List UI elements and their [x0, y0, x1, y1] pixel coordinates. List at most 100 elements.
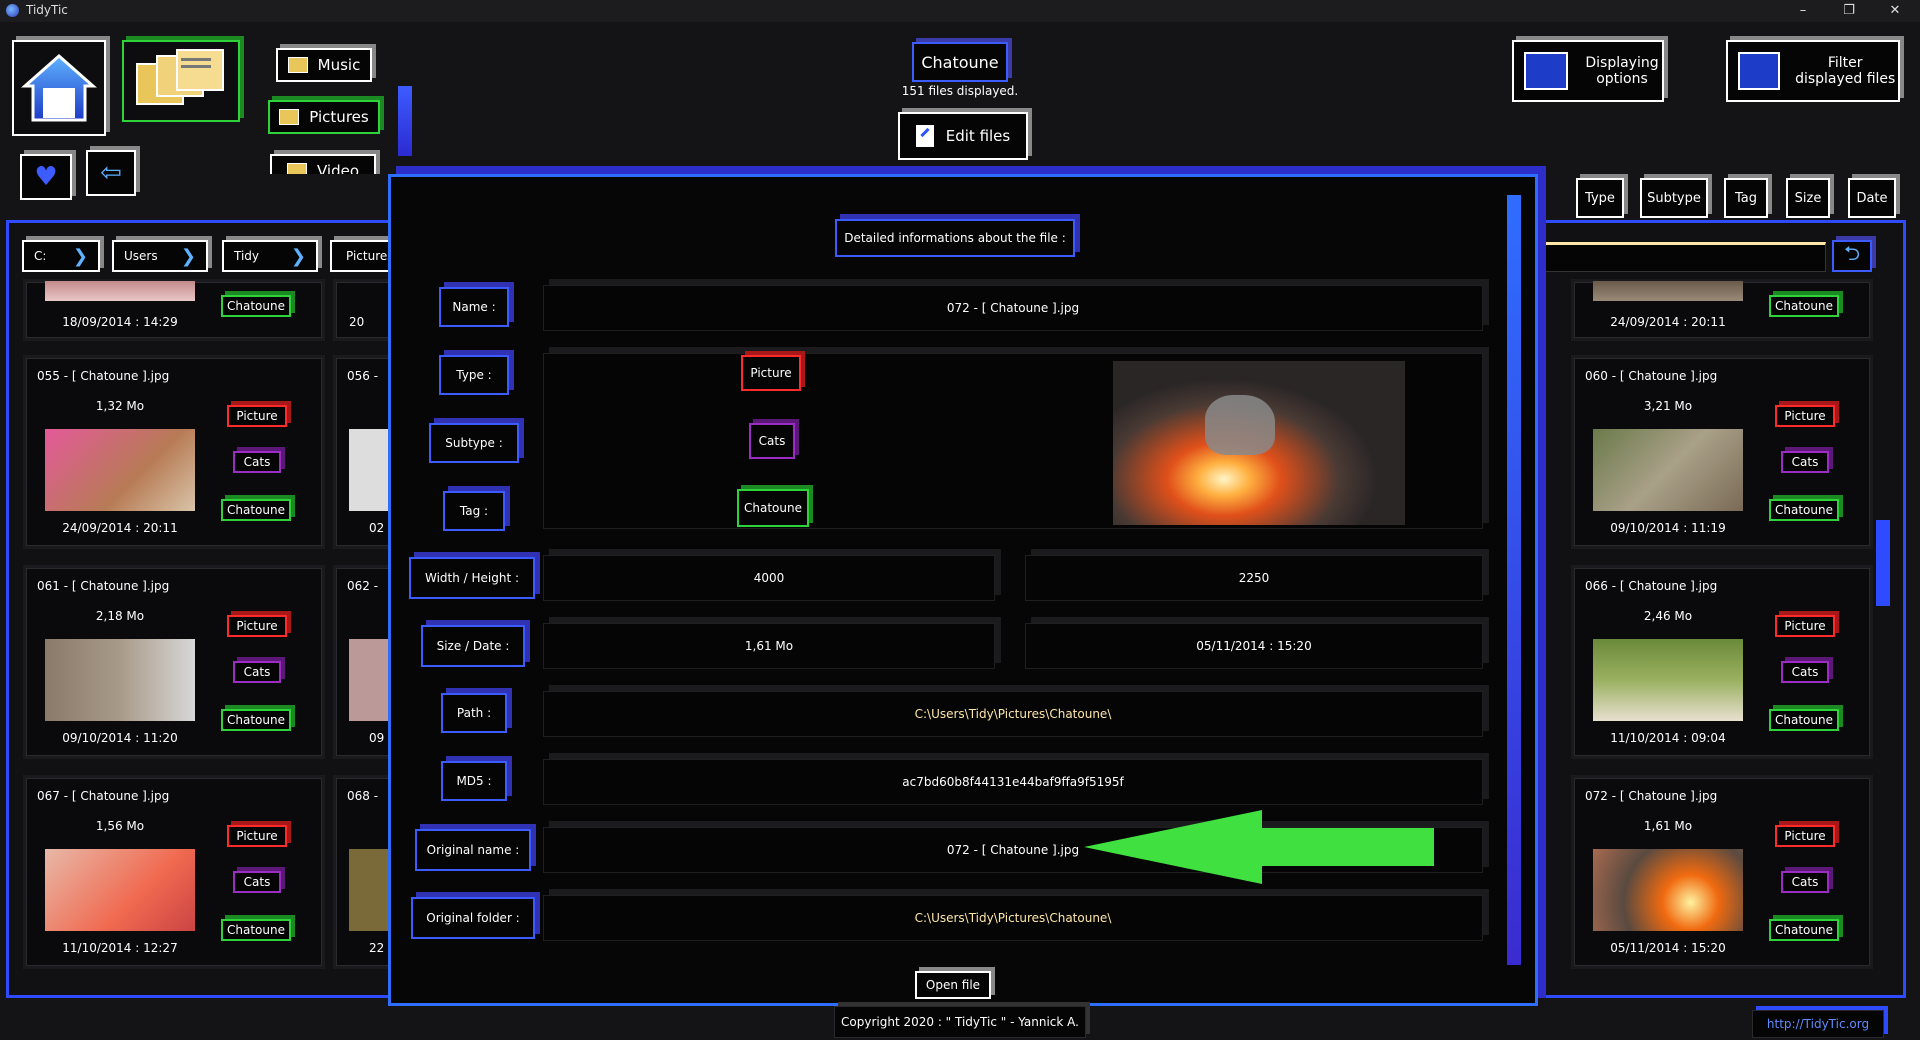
displaying-options-button[interactable]: Displaying options — [1512, 40, 1664, 102]
tag-badge[interactable]: Chatoune — [221, 919, 291, 941]
filter-files-label: Filter displayed files — [1795, 55, 1896, 87]
label-md5: MD5 : — [441, 761, 507, 801]
main-scrollbar[interactable] — [1876, 520, 1890, 606]
subtype-badge[interactable]: Cats — [1781, 871, 1829, 893]
subtype-badge[interactable]: Cats — [1781, 451, 1829, 473]
nav-pictures-button[interactable]: Pictures — [268, 100, 380, 134]
label-tag: Tag : — [443, 491, 505, 531]
value-date: 05/11/2014 : 15:20 — [1025, 623, 1483, 669]
file-name: 066 - [ Chatoune ].jpg — [1585, 579, 1718, 593]
file-preview-image — [1113, 361, 1405, 525]
breadcrumb-item[interactable]: Users ❯ — [112, 240, 208, 272]
label-original-name: Original name : — [415, 829, 531, 871]
type-badge[interactable]: Picture — [1775, 615, 1835, 637]
sort-type-button[interactable]: Type — [1576, 178, 1624, 218]
file-date: 05/11/2014 : 15:20 — [1610, 941, 1726, 955]
cat-shape — [1205, 395, 1275, 455]
thumbnail — [45, 429, 195, 511]
file-name: 062 - — [347, 579, 379, 593]
tag-badge[interactable]: Chatoune — [221, 709, 291, 731]
home-button[interactable] — [12, 40, 106, 136]
type-badge[interactable]: Picture — [1775, 825, 1835, 847]
edit-files-button[interactable]: Edit files — [898, 112, 1028, 160]
breadcrumb-item[interactable]: C: ❯ — [22, 240, 100, 272]
file-card[interactable]: 066 - [ Chatoune ].jpg 2,46 Mo 11/10/201… — [1574, 568, 1870, 756]
sort-date-button[interactable]: Date — [1848, 178, 1896, 218]
value-original-folder[interactable]: C:\Users\Tidy\Pictures\Chatoune\ — [543, 895, 1483, 941]
type-badge[interactable]: Picture — [227, 825, 287, 847]
website-link[interactable]: http://TidyTic.org — [1752, 1010, 1884, 1038]
details-scrollbar[interactable] — [1507, 195, 1521, 965]
type-badge[interactable]: Picture — [227, 615, 287, 637]
label-path: Path : — [441, 693, 507, 733]
home-icon — [21, 53, 97, 122]
value-height: 2250 — [1025, 555, 1483, 601]
file-card[interactable]: 055 - [ Chatoune ].jpg 1,32 Mo 24/09/201… — [26, 358, 322, 546]
file-size: 1,56 Mo — [95, 819, 145, 833]
type-badge[interactable]: Picture — [741, 355, 801, 391]
file-card[interactable]: 24/09/2014 : 20:11 Chatoune — [1574, 281, 1870, 338]
thumbnail — [45, 639, 195, 721]
subtype-badge[interactable]: Cats — [233, 451, 281, 473]
file-card[interactable]: 067 - [ Chatoune ].jpg 1,56 Mo 11/10/201… — [26, 778, 322, 966]
sort-tag-button[interactable]: Tag — [1724, 178, 1768, 218]
subtype-badge[interactable]: Cats — [233, 661, 281, 683]
tag-badge[interactable]: Chatoune — [221, 499, 291, 521]
tag-badge[interactable]: Chatoune — [1769, 919, 1839, 941]
displaying-options-label: Displaying options — [1585, 55, 1659, 87]
breadcrumb-item[interactable]: Tidy ❯ — [222, 240, 318, 272]
file-card[interactable]: 061 - [ Chatoune ].jpg 2,18 Mo 09/10/201… — [26, 568, 322, 756]
tag-badge[interactable]: Chatoune — [737, 489, 809, 527]
tag-badge[interactable]: Chatoune — [1769, 709, 1839, 731]
chevron-right-icon: ❯ — [180, 245, 196, 267]
filter-files-button[interactable]: Filter displayed files — [1726, 40, 1900, 102]
value-path[interactable]: C:\Users\Tidy\Pictures\Chatoune\ — [543, 691, 1483, 737]
thumbnail — [1593, 429, 1743, 511]
thumbnail — [349, 429, 389, 511]
file-name: 067 - [ Chatoune ].jpg — [37, 789, 170, 803]
heart-icon: ♥ — [34, 162, 58, 192]
file-card[interactable]: 072 - [ Chatoune ].jpg 1,61 Mo 05/11/201… — [1574, 778, 1870, 966]
nav-videos-button[interactable]: Video — [270, 154, 376, 174]
sort-subtype-button[interactable]: Subtype — [1640, 178, 1708, 218]
breadcrumb-label: Users — [124, 249, 158, 263]
folder-name-button[interactable]: Chatoune — [912, 42, 1008, 82]
subtype-badge[interactable]: Cats — [1781, 661, 1829, 683]
file-name: 056 - — [347, 369, 379, 383]
file-date: 09 — [369, 731, 385, 745]
tag-badge[interactable]: Chatoune — [1769, 499, 1839, 521]
subtype-badge[interactable]: Cats — [233, 871, 281, 893]
type-badge[interactable]: Picture — [1775, 405, 1835, 427]
open-file-button[interactable]: Open file — [915, 971, 991, 999]
file-card[interactable]: 060 - [ Chatoune ].jpg 3,21 Mo 09/10/201… — [1574, 358, 1870, 546]
tag-badge[interactable]: Chatoune — [1769, 295, 1839, 317]
type-badge[interactable]: Picture — [227, 405, 287, 427]
value-size: 1,61 Mo — [543, 623, 995, 669]
folder-icon — [286, 163, 307, 174]
nav-scrollbar[interactable] — [398, 86, 412, 156]
back-button[interactable]: ⇦ — [86, 150, 136, 196]
thumbnail — [45, 281, 195, 301]
file-date: 11/10/2014 : 09:04 — [1610, 731, 1726, 745]
folders-button[interactable] — [122, 40, 240, 122]
file-size: 3,21 Mo — [1643, 399, 1693, 413]
minimize-button[interactable]: – — [1780, 0, 1826, 22]
file-name: 072 - [ Chatoune ].jpg — [1585, 789, 1718, 803]
restore-button[interactable]: ❐ — [1826, 0, 1872, 22]
label-type: Type : — [439, 355, 509, 395]
close-button[interactable]: ✕ — [1872, 0, 1918, 22]
favorite-button[interactable]: ♥ — [20, 154, 72, 200]
window-title: TidyTic — [26, 3, 68, 17]
value-name: 072 - [ Chatoune ].jpg — [543, 285, 1483, 331]
nav-music-button[interactable]: Music — [276, 48, 372, 82]
tag-badge[interactable]: Chatoune — [221, 295, 291, 317]
thumbnail — [1593, 849, 1743, 931]
subtype-badge[interactable]: Cats — [749, 423, 795, 459]
file-card[interactable]: 18/09/2014 : 14:29 Chatoune — [26, 281, 322, 338]
path-field[interactable] — [1540, 242, 1826, 272]
thumbnail — [349, 849, 389, 931]
undo-button[interactable]: ⮌ — [1832, 240, 1872, 272]
nav-music-label: Music — [317, 56, 361, 74]
sort-size-button[interactable]: Size — [1786, 178, 1830, 218]
label-size-date: Size / Date : — [421, 625, 525, 667]
